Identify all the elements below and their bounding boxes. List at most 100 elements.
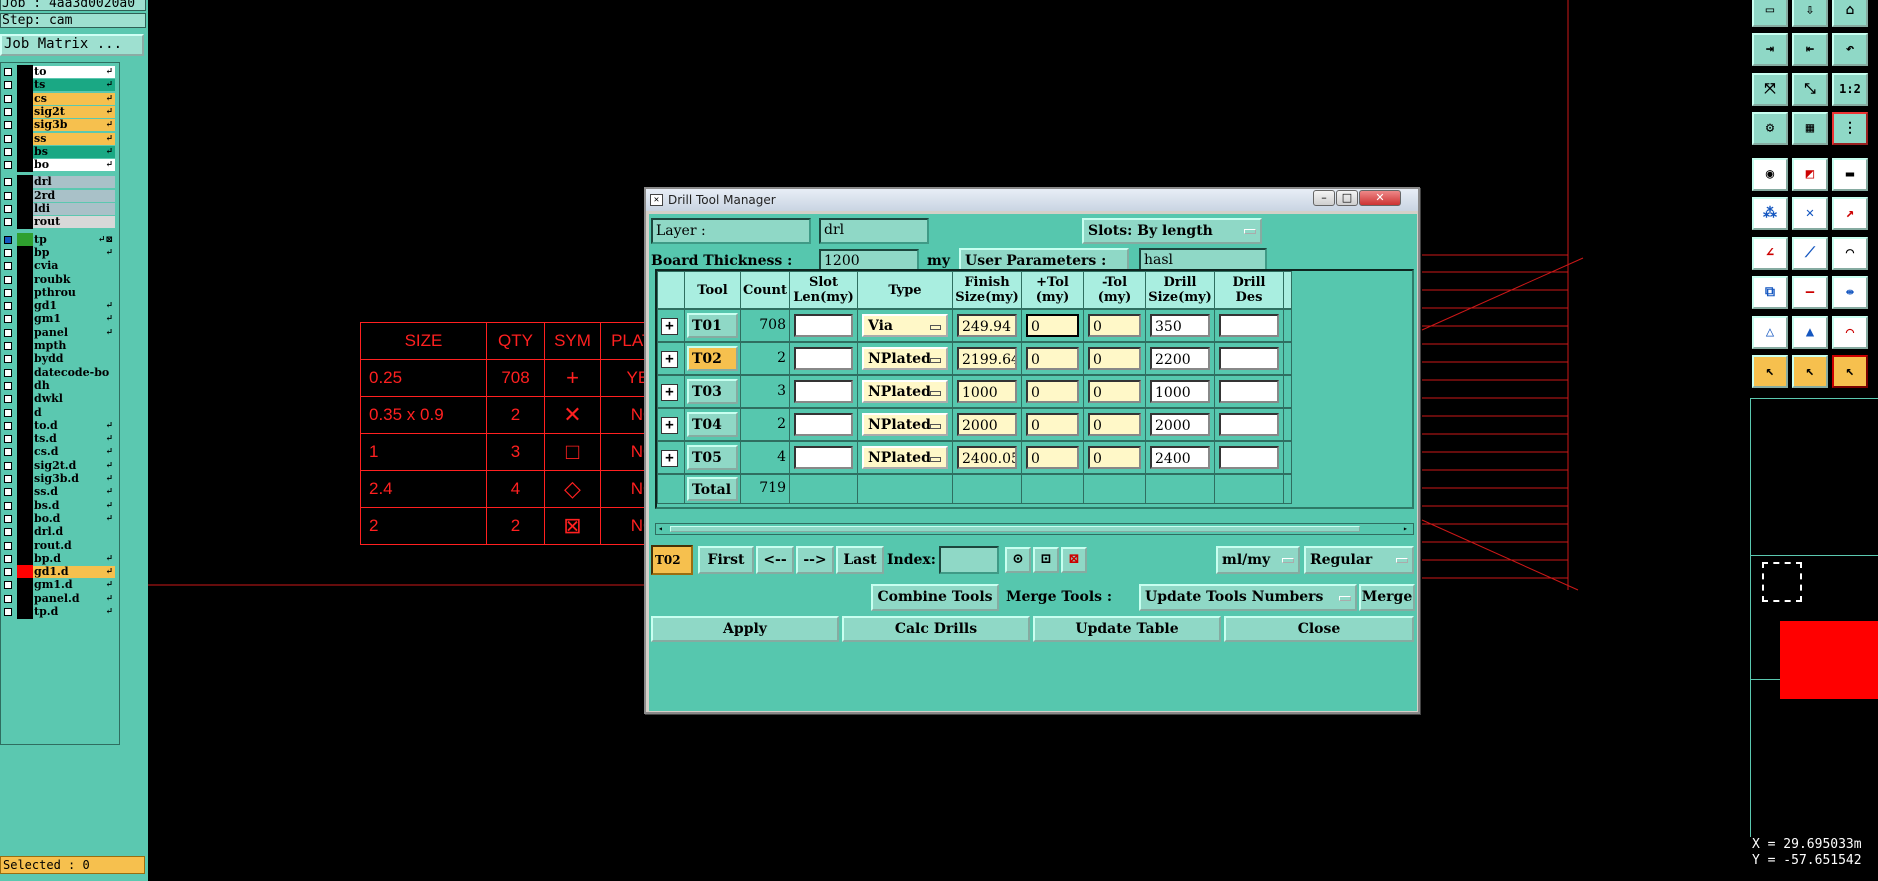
expand-plus-icon[interactable]: + bbox=[661, 318, 678, 335]
slot-len-input[interactable] bbox=[794, 446, 853, 469]
horizontal-scrollbar[interactable]: ◂ ▸ bbox=[655, 523, 1414, 535]
layer-checkbox[interactable] bbox=[4, 81, 12, 90]
layer-row[interactable]: cs.d ↵ bbox=[1, 445, 121, 460]
layer-field[interactable]: drl bbox=[819, 218, 929, 244]
horizontal-line-icon[interactable]: — bbox=[1792, 276, 1828, 309]
expand-plus-icon[interactable]: + bbox=[661, 417, 678, 434]
drill-size-input[interactable]: 2000 bbox=[1150, 413, 1210, 436]
cross-icon[interactable]: ✕ bbox=[1792, 197, 1828, 230]
drill-size-input[interactable]: 2400 bbox=[1150, 446, 1210, 469]
layer-name[interactable]: sig2t ↵ bbox=[33, 105, 115, 118]
layer-checkbox[interactable] bbox=[4, 554, 12, 563]
layer-row[interactable]: 2rd bbox=[1, 188, 121, 203]
layer-name[interactable]: rout bbox=[33, 216, 115, 229]
search-icon[interactable]: ⊙ bbox=[1005, 547, 1031, 573]
layer-name[interactable]: panel ↵ bbox=[33, 326, 115, 339]
layer-name[interactable]: bs ↵ bbox=[33, 145, 115, 158]
layer-row[interactable]: ss ↵ bbox=[1, 131, 121, 146]
layer-name[interactable]: bp.d ↵ bbox=[33, 552, 115, 565]
arc-icon[interactable]: ◠ bbox=[1832, 237, 1868, 270]
layer-checkbox[interactable] bbox=[4, 218, 12, 227]
layer-checkbox[interactable] bbox=[4, 368, 12, 377]
layer-checkbox[interactable] bbox=[4, 302, 12, 311]
mode-dropdown[interactable]: Regular bbox=[1304, 546, 1414, 574]
layer-name[interactable]: 2rd bbox=[33, 189, 115, 202]
layer-name[interactable]: ts.d ↵ bbox=[33, 433, 115, 446]
minus-tol-input[interactable]: 0 bbox=[1088, 380, 1141, 403]
layer-checkbox[interactable] bbox=[4, 121, 12, 130]
layer-checkbox[interactable] bbox=[4, 541, 12, 550]
layer-name[interactable]: d bbox=[33, 406, 115, 419]
triangle-icon[interactable]: △ bbox=[1752, 316, 1788, 349]
plus-tol-input[interactable]: 0 bbox=[1026, 347, 1079, 370]
slot-len-input[interactable] bbox=[794, 347, 853, 370]
layer-checkbox[interactable] bbox=[4, 475, 12, 483]
next-button[interactable]: --> bbox=[796, 546, 834, 574]
layer-row[interactable]: sig2t.d ↵ bbox=[1, 458, 121, 473]
layer-name[interactable]: datecode-bo bbox=[33, 366, 115, 379]
layer-row[interactable]: sig3b.d ↵ bbox=[1, 472, 121, 486]
drill-des-input[interactable] bbox=[1219, 380, 1279, 403]
layer-row[interactable]: tp.d ↵ bbox=[1, 605, 121, 619]
select-arrow3-icon[interactable]: ↖ bbox=[1832, 355, 1868, 388]
layer-checkbox[interactable] bbox=[4, 248, 12, 257]
layer-name[interactable]: gd1.d ↵ bbox=[33, 566, 115, 579]
plus-tol-input[interactable]: 0 bbox=[1026, 413, 1079, 436]
layer-name[interactable]: rout.d bbox=[33, 539, 115, 552]
layer-row[interactable]: cs ↵ bbox=[1, 91, 121, 106]
job-matrix-button[interactable]: Job Matrix ... bbox=[0, 34, 144, 56]
layer-name[interactable]: gm1 ↵ bbox=[33, 313, 115, 326]
layer-name[interactable]: bydd bbox=[33, 353, 115, 366]
layer-checkbox[interactable] bbox=[4, 501, 12, 510]
close-button[interactable]: Close bbox=[1224, 616, 1414, 642]
layer-checkbox[interactable] bbox=[4, 147, 12, 156]
layer-row[interactable]: pthrou bbox=[1, 285, 121, 300]
merge-button[interactable]: Merge bbox=[1359, 584, 1415, 611]
layer-checkbox[interactable] bbox=[4, 342, 12, 350]
units-dropdown[interactable]: ml/my bbox=[1216, 546, 1300, 574]
layer-name[interactable]: ss.d ↵ bbox=[33, 486, 115, 499]
measure-icon[interactable]: ⇹ bbox=[1832, 276, 1868, 309]
layer-checkbox[interactable] bbox=[4, 205, 12, 213]
drill-des-input[interactable] bbox=[1219, 446, 1279, 469]
grid-icon[interactable]: ▦ bbox=[1792, 112, 1828, 145]
layer-checkbox[interactable] bbox=[4, 235, 12, 244]
layer-row[interactable]: panel ↵ bbox=[1, 325, 121, 340]
layer-checkbox[interactable] bbox=[4, 514, 12, 523]
layer-checkbox[interactable] bbox=[4, 288, 12, 297]
drill-size-input[interactable]: 2200 bbox=[1150, 347, 1210, 370]
mini-map[interactable] bbox=[1750, 555, 1878, 699]
shape-icon[interactable]: ◩ bbox=[1792, 158, 1828, 191]
tool-button[interactable]: T05 bbox=[687, 445, 738, 470]
type-dropdown[interactable]: Via bbox=[862, 314, 948, 337]
maximize-icon[interactable]: □ bbox=[1336, 190, 1358, 206]
layer-row[interactable]: bo ↵ bbox=[1, 158, 121, 173]
polygon-icon[interactable]: ▲ bbox=[1792, 316, 1828, 349]
layer-row[interactable]: gm1 ↵ bbox=[1, 312, 121, 327]
arch-icon[interactable]: ⌒ bbox=[1832, 316, 1868, 349]
scroll-left-icon[interactable]: ◂ bbox=[658, 525, 666, 533]
prev-button[interactable]: <-- bbox=[756, 546, 794, 574]
angle-icon[interactable]: ∠ bbox=[1752, 237, 1788, 270]
drill-size-input[interactable]: 1000 bbox=[1150, 380, 1210, 403]
finish-size-input[interactable]: 2400.05 bbox=[957, 446, 1017, 469]
layer-name[interactable]: pthrou bbox=[33, 286, 115, 299]
type-dropdown[interactable]: NPlated bbox=[862, 380, 948, 403]
layer-name[interactable]: bo.d ↵ bbox=[33, 512, 115, 525]
layer-checkbox[interactable] bbox=[4, 421, 12, 430]
layer-row[interactable]: panel.d ↵ bbox=[1, 591, 121, 606]
drill-size-input[interactable]: 350 bbox=[1150, 314, 1210, 337]
layer-row[interactable]: rout bbox=[1, 215, 121, 230]
layer-name[interactable]: roubk bbox=[33, 273, 115, 286]
scrollbar-thumb[interactable] bbox=[670, 526, 1360, 532]
layer-checkbox[interactable] bbox=[4, 262, 12, 271]
slot-len-input[interactable] bbox=[794, 413, 853, 436]
layer-name[interactable]: cs ↵ bbox=[33, 92, 115, 105]
tools-icon[interactable]: ⚙ bbox=[1752, 112, 1788, 145]
layer-row[interactable]: sig3b ↵ bbox=[1, 118, 121, 133]
layer-checkbox[interactable] bbox=[4, 528, 12, 537]
layer-row[interactable]: drl bbox=[1, 175, 121, 190]
finish-size-input[interactable]: 2199.64 bbox=[957, 347, 1017, 370]
merge-option-dropdown[interactable]: Update Tools Numbers bbox=[1139, 584, 1357, 611]
layer-checkbox[interactable] bbox=[4, 461, 12, 470]
